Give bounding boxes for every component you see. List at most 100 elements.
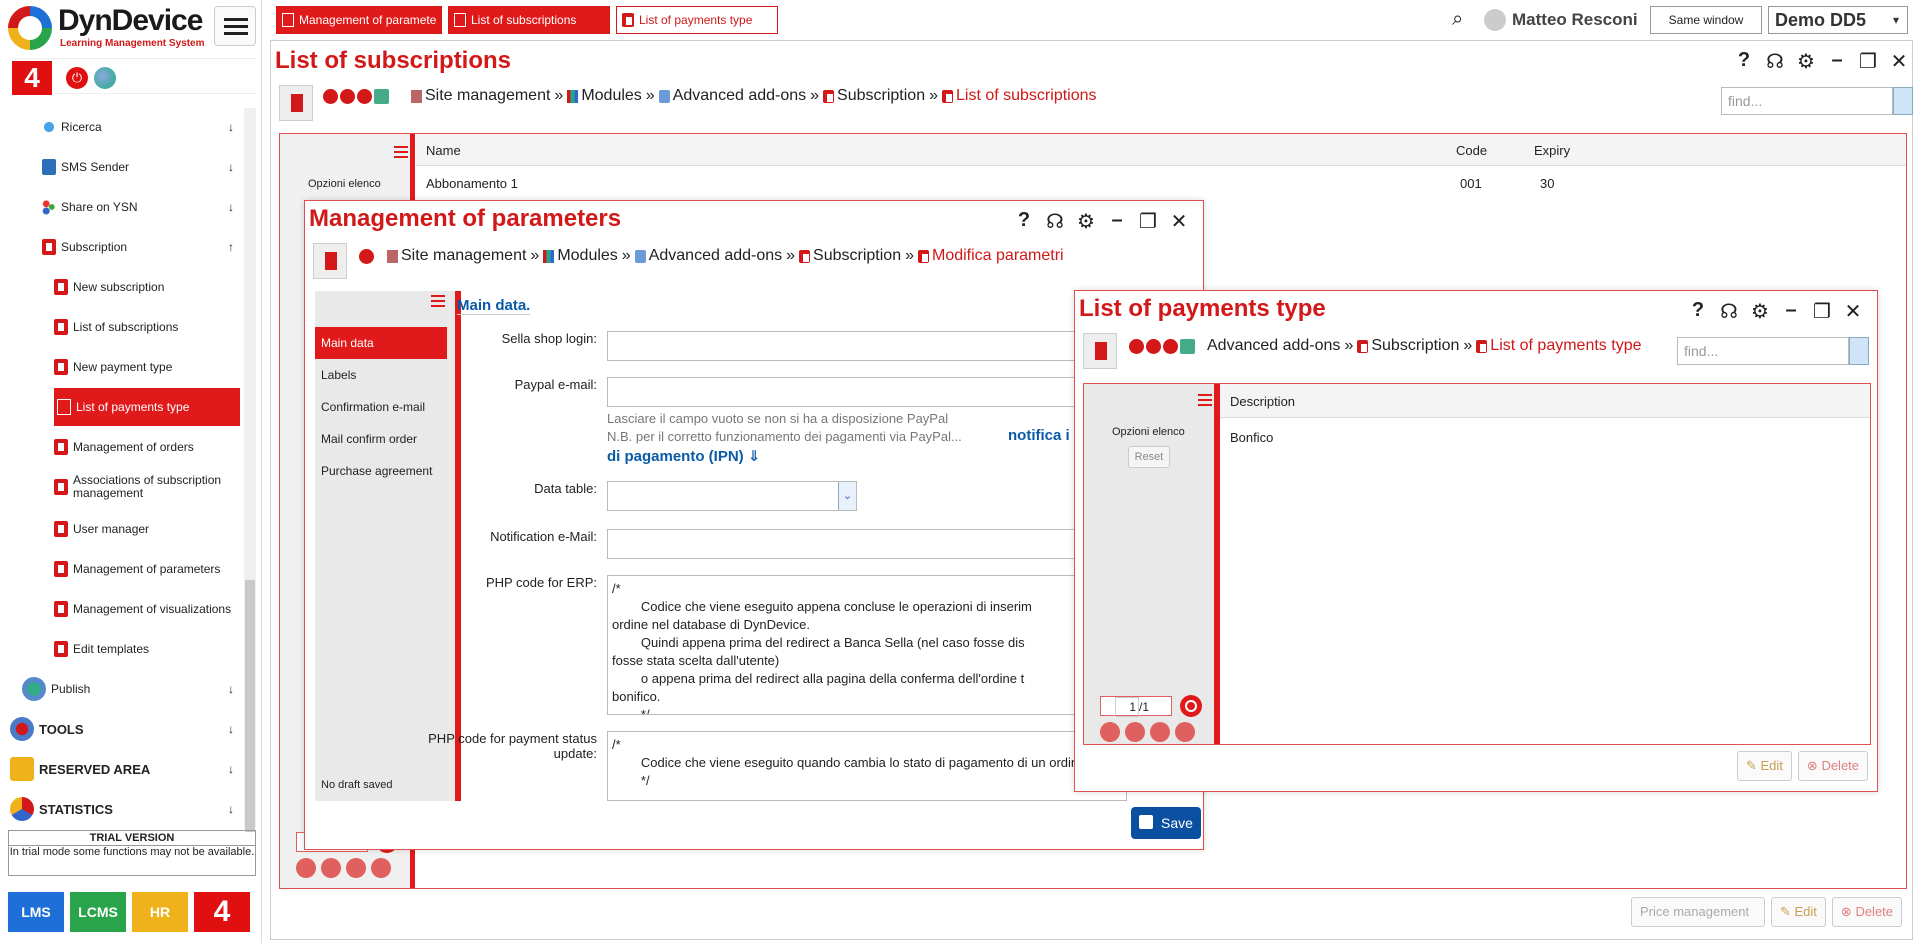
globe-icon[interactable] xyxy=(94,67,116,89)
help-icon[interactable]: ? xyxy=(1733,49,1755,74)
close-icon[interactable]: ✕ xyxy=(1842,299,1864,324)
list-icon[interactable] xyxy=(357,89,372,104)
sidebar-item-reserved-area[interactable]: RESERVED AREA ↓ xyxy=(10,750,238,788)
breadcrumb-item[interactable]: Advanced add-ons xyxy=(673,87,806,105)
find-button[interactable] xyxy=(1893,87,1913,115)
close-icon[interactable]: ✕ xyxy=(1888,49,1910,74)
sidebar-item-new-payment-type[interactable]: New payment type xyxy=(54,348,240,386)
breadcrumb-item[interactable]: Modules xyxy=(557,247,617,265)
sidebar-item-statistics[interactable]: STATISTICS ↓ xyxy=(10,790,238,828)
prev-page-icon[interactable] xyxy=(321,858,341,878)
sidebar-item-ricerca[interactable]: Ricerca ↓ xyxy=(42,108,238,146)
paypal-input[interactable] xyxy=(607,377,1127,407)
logo[interactable]: DynDevice Learning Management System xyxy=(6,4,206,50)
tab-mail-confirm-order[interactable]: Mail confirm order xyxy=(315,423,447,455)
help-icon[interactable]: ? xyxy=(1687,299,1709,324)
back-icon[interactable] xyxy=(359,249,374,264)
settings-icon[interactable]: ⚙ xyxy=(1075,209,1097,234)
find-button[interactable] xyxy=(1849,337,1869,365)
delete-button[interactable]: ⊗ Delete xyxy=(1797,751,1869,781)
breadcrumb-item[interactable]: Advanced add-ons xyxy=(1207,337,1340,355)
reset-button[interactable]: Reset xyxy=(1128,446,1170,468)
tab-list-of-subscriptions[interactable]: List of subscriptions xyxy=(448,6,610,34)
minimize-icon[interactable]: – xyxy=(1780,299,1802,324)
breadcrumb-item[interactable]: Site management xyxy=(425,87,550,105)
sidebar-item-new-subscription[interactable]: New subscription xyxy=(54,268,240,306)
tab-confirmation-email[interactable]: Confirmation e-mail xyxy=(315,391,447,423)
sidebar-item-publish[interactable]: Publish ↓ xyxy=(22,670,238,708)
data-table-select[interactable]: ⌄ xyxy=(607,481,857,511)
sidebar-item-user-manager[interactable]: User manager xyxy=(54,510,240,548)
maximize-icon[interactable]: ❐ xyxy=(1857,49,1879,74)
sidebar-item-management-of-orders[interactable]: Management of orders xyxy=(54,428,240,466)
delete-button[interactable]: ⊗ Delete xyxy=(1831,897,1903,927)
breadcrumb-item[interactable]: Site management xyxy=(401,247,526,265)
support-icon[interactable]: ☊ xyxy=(1044,209,1066,234)
list-icon[interactable] xyxy=(1163,339,1178,354)
search-icon[interactable]: ⌕ xyxy=(1452,8,1463,31)
user-name[interactable]: Matteo Resconi xyxy=(1512,10,1638,30)
next-page-icon[interactable] xyxy=(1150,722,1170,742)
support-icon[interactable]: ☊ xyxy=(1764,49,1786,74)
edit-button[interactable]: ✎ Edit xyxy=(1737,751,1792,781)
sidebar-item-list-of-payments-type[interactable]: List of payments type xyxy=(54,388,240,426)
sidebar-item-tools[interactable]: TOOLS ↓ xyxy=(10,710,238,748)
export-icon[interactable] xyxy=(374,89,389,104)
php-erp-textarea[interactable]: /* Codice che viene eseguito appena conc… xyxy=(607,575,1127,715)
save-button[interactable]: Save xyxy=(1131,807,1201,839)
table-row[interactable]: Bonfico xyxy=(1220,424,1870,450)
layers-icon[interactable] xyxy=(1146,339,1161,354)
back-icon[interactable] xyxy=(323,89,338,104)
column-expiry[interactable]: Expiry xyxy=(1534,143,1570,158)
find-input[interactable]: find... xyxy=(1677,337,1849,365)
column-description[interactable]: Description xyxy=(1230,394,1295,409)
breadcrumb-item[interactable]: Subscription xyxy=(837,87,925,105)
app-lcms-button[interactable]: LCMS xyxy=(70,892,126,932)
find-input[interactable]: find... xyxy=(1721,87,1893,115)
breadcrumb-item[interactable]: Modules xyxy=(581,87,641,105)
sidebar-item-edit-templates[interactable]: Edit templates xyxy=(54,630,240,668)
last-page-icon[interactable] xyxy=(1175,722,1195,742)
column-name[interactable]: Name xyxy=(426,143,461,158)
tab-management-of-parameters[interactable]: Management of paramete xyxy=(276,6,442,34)
app-4-button[interactable]: 4 xyxy=(194,892,250,932)
breadcrumb-item[interactable]: Advanced add-ons xyxy=(649,247,782,265)
column-code[interactable]: Code xyxy=(1456,143,1487,158)
page-input[interactable]: 1/1 xyxy=(1100,696,1172,717)
edit-button[interactable]: ✎ Edit xyxy=(1771,897,1826,927)
php-status-textarea[interactable]: /* Codice che viene eseguito quando camb… xyxy=(607,731,1127,801)
settings-icon[interactable]: ⚙ xyxy=(1795,49,1817,74)
list-menu-icon[interactable] xyxy=(1198,394,1212,408)
instance-select[interactable]: Demo DD5 ▾ xyxy=(1768,6,1908,34)
list-menu-icon[interactable] xyxy=(394,146,408,160)
back-icon[interactable] xyxy=(1129,339,1144,354)
maximize-icon[interactable]: ❐ xyxy=(1811,299,1833,324)
table-row[interactable]: Abbonamento 1 001 30 xyxy=(416,170,1906,198)
ipn-link[interactable]: notifica i xyxy=(1008,427,1070,444)
first-page-icon[interactable] xyxy=(296,858,316,878)
hamburger-menu-button[interactable] xyxy=(214,6,256,46)
sella-input[interactable] xyxy=(607,331,1127,361)
sidebar-item-subscription[interactable]: Subscription ↑ xyxy=(42,228,238,266)
tab-list-of-payments-type[interactable]: List of payments type xyxy=(616,6,778,34)
power-icon[interactable]: ⏻ xyxy=(66,67,88,89)
minimize-icon[interactable]: – xyxy=(1106,209,1128,234)
price-management-button[interactable]: Price management xyxy=(1631,897,1765,927)
first-page-icon[interactable] xyxy=(1100,722,1120,742)
avatar[interactable] xyxy=(1484,9,1506,31)
list-menu-icon[interactable] xyxy=(431,295,445,309)
sidebar-item-associations[interactable]: Associations of subscription management xyxy=(54,468,240,506)
app-lms-button[interactable]: LMS xyxy=(8,892,64,932)
sidebar-scrollbar[interactable] xyxy=(244,108,256,832)
prev-page-icon[interactable] xyxy=(1125,722,1145,742)
minimize-icon[interactable]: – xyxy=(1826,49,1848,74)
last-page-icon[interactable] xyxy=(371,858,391,878)
sidebar-item-management-of-visualizations[interactable]: Management of visualizations xyxy=(54,590,240,628)
maximize-icon[interactable]: ❐ xyxy=(1137,209,1159,234)
notification-input[interactable] xyxy=(607,529,1127,559)
ipn-link-continued[interactable]: di pagamento (IPN) ⇓ xyxy=(607,447,760,465)
breadcrumb-item[interactable]: Subscription xyxy=(813,247,901,265)
same-window-button[interactable]: Same window xyxy=(1650,6,1762,34)
close-icon[interactable]: ✕ xyxy=(1168,209,1190,234)
layers-icon[interactable] xyxy=(340,89,355,104)
